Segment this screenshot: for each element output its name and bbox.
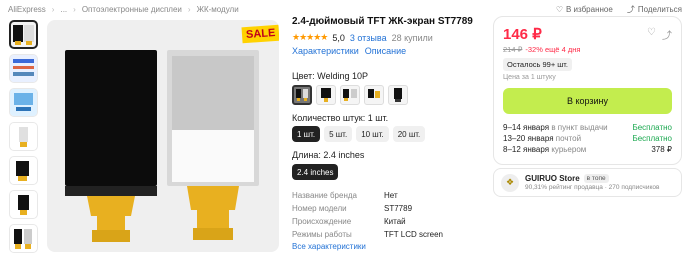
favorites-label: В избранное — [565, 4, 613, 14]
delivery-method: в пункт выдачи — [551, 123, 608, 132]
price-sub-row: 214 ₽ -32% ещё 4 дня — [503, 45, 672, 54]
sale-badge: SALE — [241, 24, 279, 44]
thumbnail-4[interactable] — [9, 122, 38, 151]
delivery-date: 13–20 января — [503, 134, 554, 143]
share-label: Поделиться — [637, 4, 682, 14]
chevron-right-icon: › — [73, 4, 76, 14]
product-title: 2.4-дюймовый TFT ЖК-экран ST7789 — [292, 16, 473, 27]
store-logo-icon: ❖ — [501, 173, 519, 192]
length-label: Длина: 2.4 inches — [292, 150, 365, 160]
delivery-method: курьером — [551, 145, 587, 154]
chevron-right-icon: › — [187, 4, 191, 14]
price-actions: ♡ ⤴ — [647, 27, 672, 42]
info-tabs: Характеристики Описание — [292, 46, 488, 56]
spec-row: Происхождение Китай — [292, 215, 488, 228]
share-icon[interactable]: ⤴ — [662, 27, 672, 42]
spec-key: Происхождение — [292, 217, 352, 226]
delivery-row: 13–20 января почтой Бесплатно — [503, 133, 672, 144]
delivery-row: 9–14 января в пункт выдачи Бесплатно — [503, 122, 672, 133]
breadcrumb-home[interactable]: AliExpress — [8, 5, 46, 14]
spec-value: ST7789 — [384, 204, 413, 213]
thumbnail-list — [9, 20, 40, 258]
product-gallery[interactable]: SALE — [47, 20, 279, 252]
star-rating-icon: ★★★★★ — [292, 32, 328, 42]
delivery-date: 9–14 января — [503, 123, 550, 132]
thumbnail-6[interactable] — [9, 190, 38, 219]
store-subtitle: 90,31% рейтинг продавца · 270 подписчико… — [525, 184, 660, 191]
product-info: 2.4-дюймовый TFT ЖК-экран ST7789 ★★★★★ 5… — [292, 16, 488, 251]
delivery-cost: 378 ₽ — [651, 145, 672, 154]
color-swatch-welding-10p[interactable] — [292, 85, 312, 105]
spec-row: Режимы работы TFT LCD screen — [292, 228, 488, 241]
thumbnail-7[interactable] — [9, 224, 38, 253]
store-top-badge: в топе — [583, 174, 609, 183]
length-options: 2.4 inches — [292, 164, 488, 180]
thumbnail-3[interactable] — [9, 88, 38, 117]
color-swatch-2[interactable] — [316, 85, 336, 105]
old-price: 214 ₽ — [503, 45, 523, 54]
share-button[interactable]: ⤴ Поделиться — [627, 4, 682, 15]
color-swatch-5[interactable] — [388, 85, 408, 105]
thumbnail-2[interactable] — [9, 54, 38, 83]
quantity-option-5[interactable]: 5 шт. — [324, 126, 353, 142]
current-price: 146 ₽ — [503, 26, 542, 43]
delivery-cost: Бесплатно — [632, 134, 672, 143]
heart-icon[interactable]: ♡ — [647, 27, 656, 42]
thumbnail-5[interactable] — [9, 156, 38, 185]
product-image — [65, 50, 259, 242]
breadcrumb-ellipsis[interactable]: ... — [60, 5, 67, 14]
spec-value: Китай — [384, 217, 406, 226]
top-actions: ♡ В избранное ⤴ Поделиться — [556, 2, 682, 16]
stock-badge: Осталось 99+ шт. — [503, 58, 572, 71]
spec-key: Режимы работы — [292, 230, 352, 239]
delivery-method: почтой — [555, 134, 582, 143]
rating-value: 5,0 — [332, 32, 345, 43]
spec-key: Номер модели — [292, 204, 347, 213]
tab-description[interactable]: Описание — [365, 46, 406, 56]
quantity-label: Количество штук: 1 шт. — [292, 113, 389, 123]
quantity-options: 1 шт. 5 шт. 10 шт. 20 шт. — [292, 126, 488, 142]
spec-row: Номер модели ST7789 — [292, 202, 488, 215]
discount-label: -32% ещё 4 дня — [525, 45, 581, 54]
bought-count: 28 купили — [391, 32, 433, 43]
thumbnail-1[interactable] — [9, 20, 38, 49]
chevron-right-icon: › — [51, 4, 55, 14]
color-swatches — [292, 85, 488, 105]
color-label: Цвет: Welding 10P — [292, 71, 369, 81]
quantity-option-1[interactable]: 1 шт. — [292, 126, 321, 142]
delivery-cost: Бесплатно — [632, 123, 672, 132]
favorites-button[interactable]: ♡ В избранное — [556, 5, 613, 14]
length-option-2-4[interactable]: 2.4 inches — [292, 164, 339, 180]
heart-icon: ♡ — [555, 4, 563, 14]
specs-table: Название бренда Нет Номер модели ST7789 … — [292, 189, 488, 251]
reviews-link[interactable]: 3 отзыва — [350, 33, 387, 43]
breadcrumb-category[interactable]: Оптоэлектронные дисплеи — [82, 5, 182, 14]
share-icon: ⤴ — [626, 4, 635, 14]
quantity-option-20[interactable]: 20 шт. — [392, 126, 426, 142]
price-row: 146 ₽ ♡ ⤴ — [503, 25, 672, 43]
color-swatch-3[interactable] — [340, 85, 360, 105]
rating-row: ★★★★★ 5,0 3 отзыва 28 купили — [292, 32, 488, 43]
store-name: GUIRUO Store — [525, 174, 580, 183]
tab-characteristics[interactable]: Характеристики — [292, 46, 359, 56]
spec-value: TFT LCD screen — [384, 230, 443, 239]
spec-row: Название бренда Нет — [292, 189, 488, 202]
all-specs-link[interactable]: Все характеристики — [292, 242, 488, 251]
color-swatch-4[interactable] — [364, 85, 384, 105]
delivery-options: 9–14 января в пункт выдачи Бесплатно 13–… — [503, 122, 672, 155]
per-unit-note: Цена за 1 штуку — [503, 74, 556, 81]
delivery-row: 8–12 января курьером 378 ₽ — [503, 144, 672, 155]
breadcrumb: AliExpress › ... › Оптоэлектронные диспл… — [8, 2, 239, 16]
add-to-cart-button[interactable]: В корзину — [503, 88, 672, 114]
spec-value: Нет — [384, 191, 398, 200]
quantity-option-10[interactable]: 10 шт. — [356, 126, 389, 142]
delivery-date: 8–12 января — [503, 145, 550, 154]
store-card[interactable]: ❖ GUIRUO Store в топе 90,31% рейтинг про… — [493, 168, 682, 197]
store-name-row: GUIRUO Store в топе — [525, 174, 659, 183]
spec-key: Название бренда — [292, 191, 357, 200]
breadcrumb-subcategory[interactable]: ЖК-модули — [197, 5, 239, 14]
buy-card: 146 ₽ ♡ ⤴ 214 ₽ -32% ещё 4 дня Осталось … — [493, 16, 682, 165]
